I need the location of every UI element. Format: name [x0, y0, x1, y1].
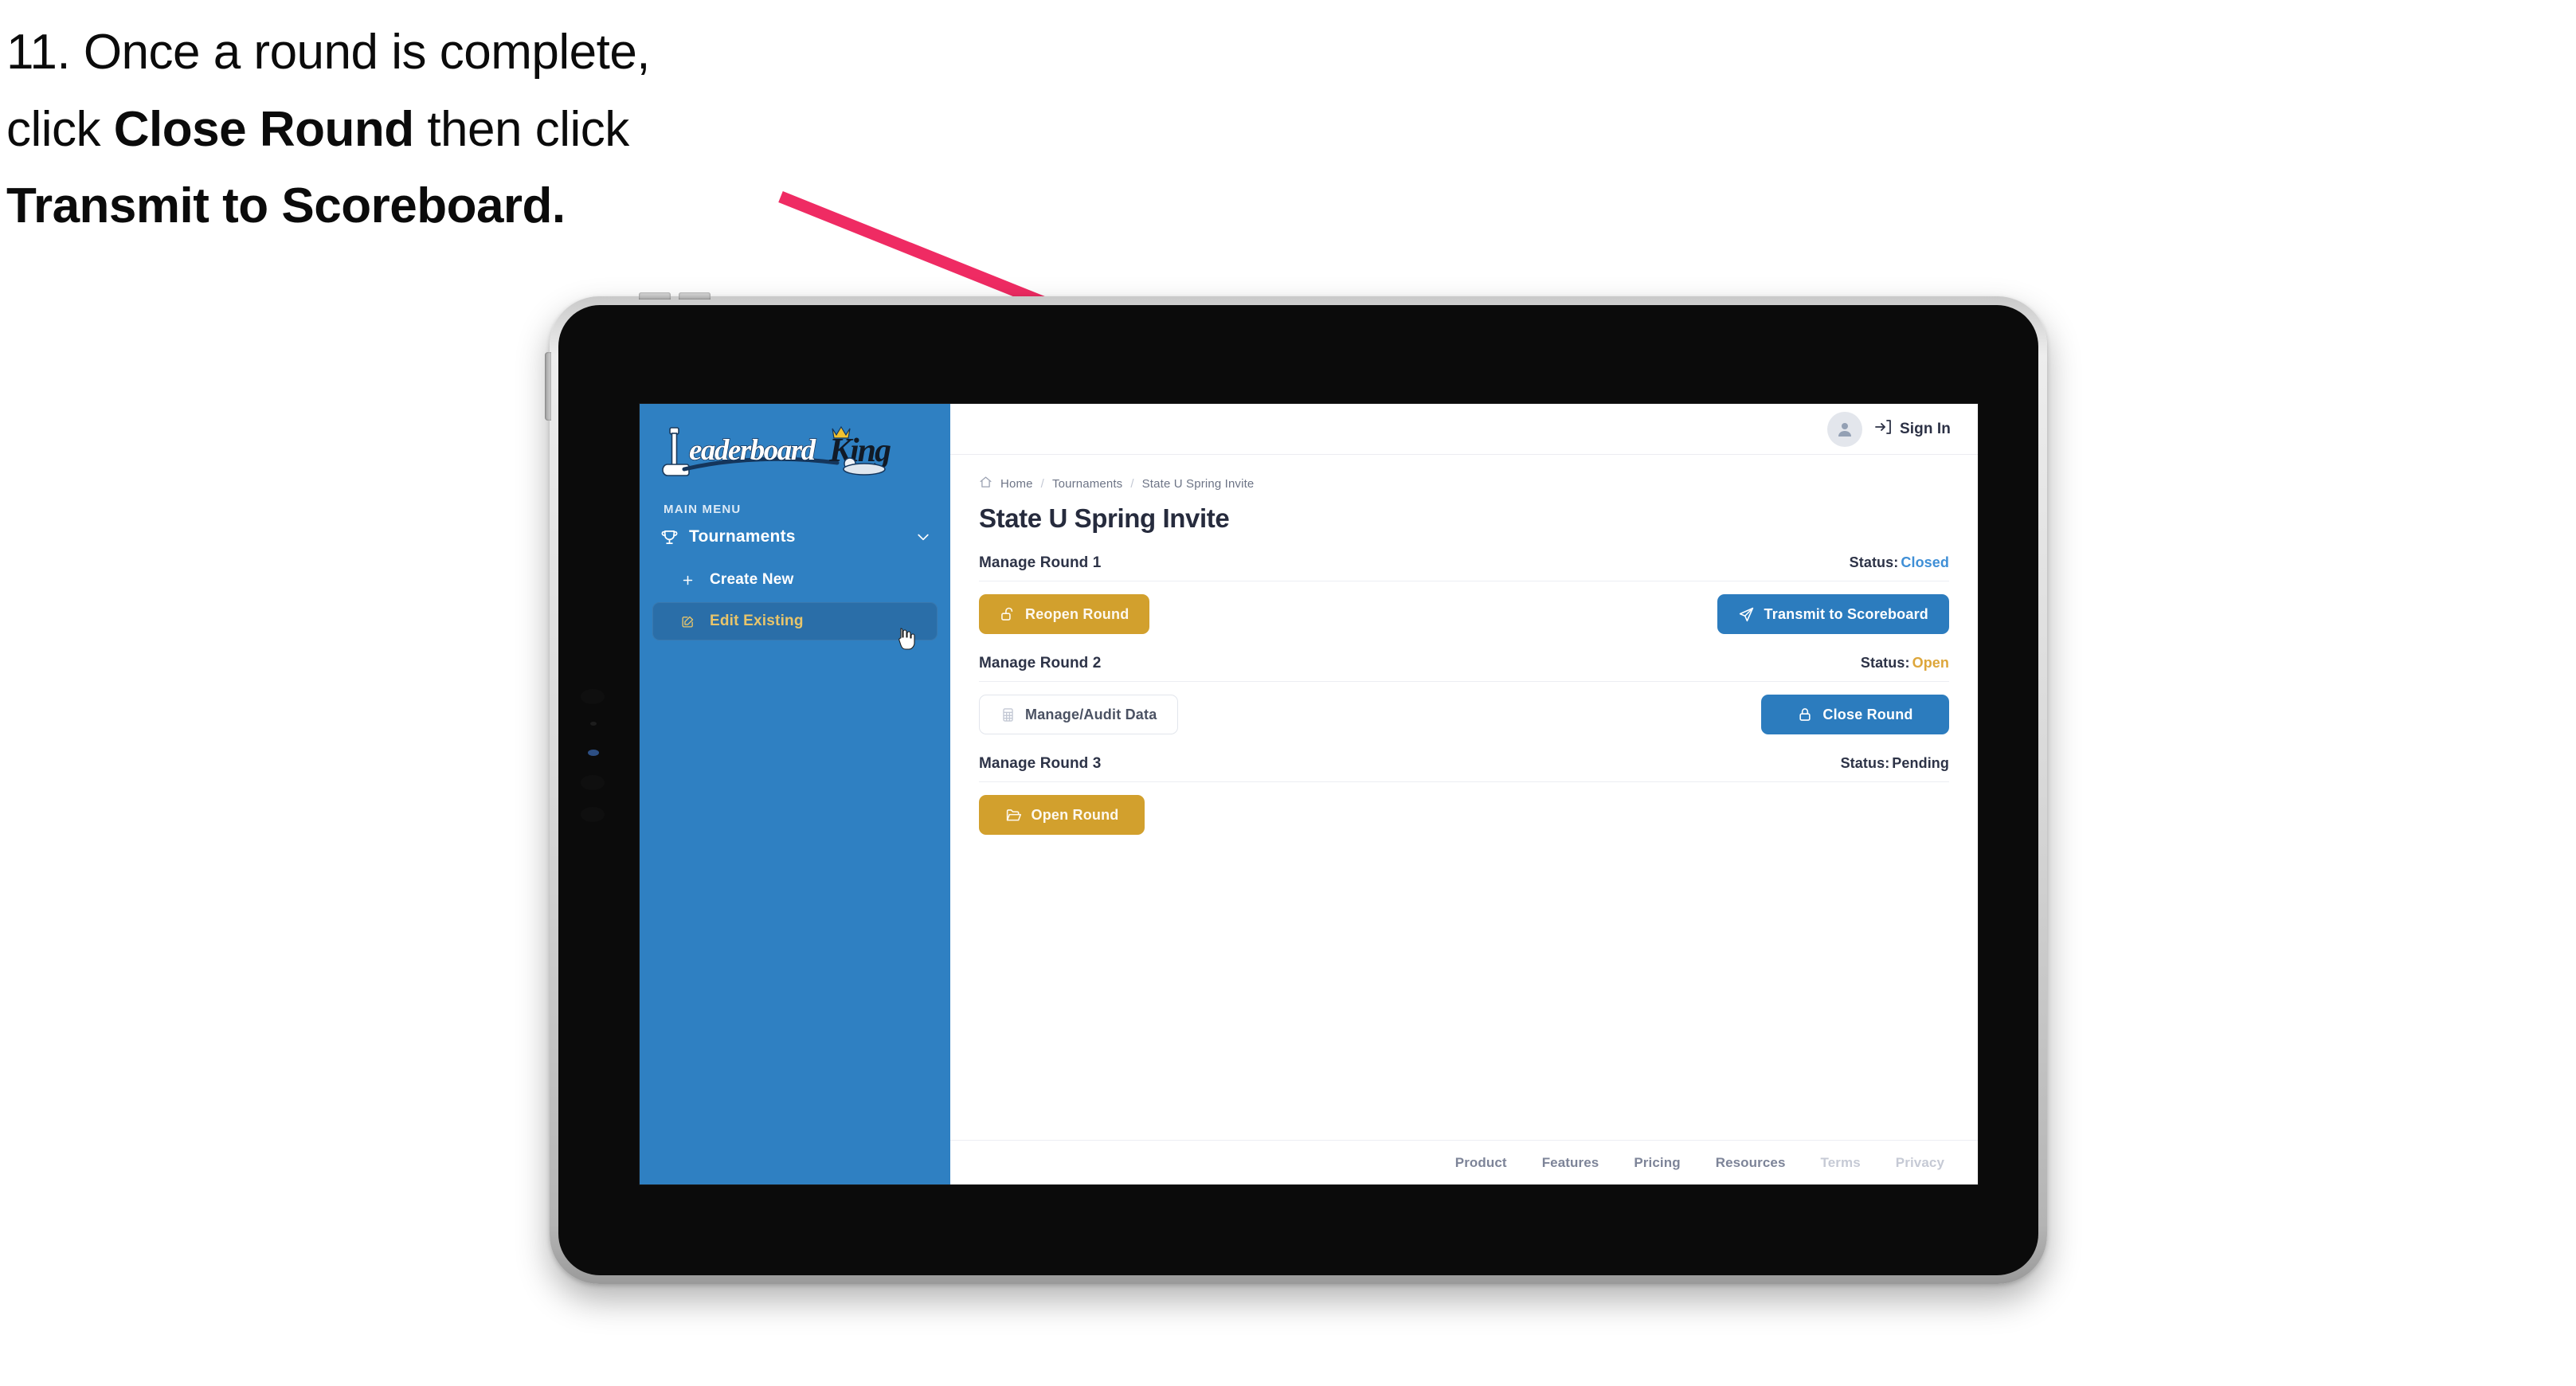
caption-line-3: Transmit to Scoreboard.	[6, 168, 867, 245]
sign-in-button[interactable]: Sign In	[1873, 417, 1951, 440]
breadcrumb-item-current: State U Spring Invite	[1141, 477, 1255, 491]
login-arrow-icon	[1873, 417, 1893, 440]
tablet-device-frame: eaderboard King MAIN MENU Tournaments Cr…	[545, 292, 2047, 1284]
breadcrumb-separator-2: /	[1130, 477, 1134, 491]
footer-link-terms[interactable]: Terms	[1821, 1155, 1861, 1171]
breadcrumb-item-home[interactable]: Home	[1000, 477, 1033, 491]
open-round-label: Open Round	[1031, 806, 1119, 823]
sidebar-item-tournaments-label: Tournaments	[689, 527, 796, 546]
manage-audit-data-button[interactable]: Manage/Audit Data	[979, 695, 1179, 734]
reopen-round-button[interactable]: Reopen Round	[979, 594, 1150, 634]
round-2-header: Manage Round 2 Status: Open	[979, 655, 1949, 682]
breadcrumb-item-tournaments[interactable]: Tournaments	[1052, 477, 1122, 491]
round-1-status: Status: Closed	[1850, 554, 1949, 571]
sidebar-section-label: MAIN MENU	[664, 503, 742, 516]
round-3-title: Manage Round 3	[979, 755, 1102, 772]
sidebar-item-edit-existing[interactable]: Edit Existing	[652, 602, 938, 640]
round-block-1: Manage Round 1 Status: Closed Reopen Rou…	[979, 554, 1949, 634]
caption-line-1: 11. Once a round is complete,	[6, 14, 867, 92]
sidebar-item-edit-existing-label: Edit Existing	[710, 613, 804, 629]
round-3-header: Manage Round 3 Status: Pending	[979, 755, 1949, 782]
round-1-actions: Reopen Round Transmit to Scoreboard	[979, 594, 1949, 634]
sidebar-item-tournaments[interactable]: Tournaments	[640, 516, 950, 558]
tablet-camera-lens	[588, 750, 599, 756]
main-pane: Sign In Home / Tournaments / State U Spr…	[950, 404, 1978, 1184]
close-round-label: Close Round	[1822, 706, 1913, 722]
instruction-caption: 11. Once a round is complete, click Clos…	[6, 14, 867, 245]
round-2-status: Status: Open	[1861, 655, 1949, 671]
user-icon	[1838, 422, 1851, 437]
round-3-status: Status: Pending	[1841, 755, 1949, 772]
round-2-title: Manage Round 2	[979, 655, 1102, 671]
round-1-title: Manage Round 1	[979, 554, 1102, 571]
round-2-status-label: Status:	[1860, 655, 1910, 671]
page-title: State U Spring Invite	[979, 503, 1230, 533]
caption-close-round-emphasis: Close Round	[113, 101, 414, 157]
caption-line-2: click Close Round then click	[6, 92, 867, 169]
sign-in-label: Sign In	[1899, 420, 1951, 437]
tablet-volume-down-button[interactable]	[679, 292, 711, 300]
round-1-status-label: Status:	[1849, 554, 1899, 570]
round-3-actions: Open Round	[979, 795, 1949, 835]
footer-link-features[interactable]: Features	[1542, 1155, 1599, 1171]
app-logo[interactable]: eaderboard King	[640, 404, 950, 480]
sidebar-item-create-new-label: Create New	[710, 571, 794, 588]
unlock-icon	[1000, 606, 1016, 622]
round-2-actions: Manage/Audit Data Close Round	[979, 695, 1949, 734]
table-grid-icon	[1000, 707, 1016, 722]
footer-link-resources[interactable]: Resources	[1716, 1155, 1786, 1171]
round-1-header: Manage Round 1 Status: Closed	[979, 554, 1949, 581]
content-area: Home / Tournaments / State U Spring Invi…	[950, 455, 1978, 1140]
chevron-down-icon[interactable]	[915, 529, 931, 545]
svg-text:eaderboard: eaderboard	[689, 434, 816, 467]
footer: Product Features Pricing Resources Terms…	[950, 1140, 1978, 1184]
round-3-status-value: Pending	[1892, 755, 1949, 771]
footer-link-product[interactable]: Product	[1455, 1155, 1507, 1171]
breadcrumb-separator-1: /	[1040, 477, 1044, 491]
tablet-sensor-dot	[590, 722, 597, 726]
open-folder-icon	[1005, 807, 1022, 824]
caption-line-2-suffix: then click	[413, 101, 629, 157]
caption-line-1-text: 11. Once a round is complete,	[6, 25, 651, 80]
tablet-power-button[interactable]	[545, 352, 551, 421]
round-3-status-label: Status:	[1840, 755, 1890, 771]
tablet-volume-up-button[interactable]	[639, 292, 671, 300]
sidebar: eaderboard King MAIN MENU Tournaments Cr…	[640, 404, 950, 1184]
reopen-round-label: Reopen Round	[1025, 605, 1129, 622]
lock-icon	[1797, 707, 1813, 722]
open-round-button[interactable]: Open Round	[979, 795, 1145, 835]
manage-audit-data-label: Manage/Audit Data	[1025, 706, 1157, 722]
round-block-3: Manage Round 3 Status: Pending Open Roun…	[979, 755, 1949, 835]
app-screen: eaderboard King MAIN MENU Tournaments Cr…	[640, 404, 1978, 1184]
paper-plane-icon	[1738, 606, 1755, 623]
caption-transmit-emphasis: Transmit to Scoreboard.	[6, 178, 566, 234]
footer-link-pricing[interactable]: Pricing	[1634, 1155, 1680, 1171]
caption-line-2-prefix: click	[6, 101, 114, 157]
tablet-speaker-hole-3	[581, 807, 605, 822]
top-bar: Sign In	[950, 404, 1978, 455]
breadcrumb: Home / Tournaments / State U Spring Invi…	[979, 476, 1949, 492]
leaderboard-king-logo-icon: eaderboard King	[662, 425, 892, 476]
plus-icon	[681, 574, 700, 587]
round-block-2: Manage Round 2 Status: Open Manage/Audit…	[979, 655, 1949, 734]
trophy-icon	[660, 528, 683, 546]
edit-square-icon	[681, 615, 700, 628]
close-round-button[interactable]: Close Round	[1761, 695, 1949, 734]
tablet-speaker-hole-2	[581, 775, 605, 790]
transmit-to-scoreboard-button[interactable]: Transmit to Scoreboard	[1717, 594, 1949, 634]
round-2-status-value: Open	[1912, 655, 1949, 671]
transmit-to-scoreboard-label: Transmit to Scoreboard	[1764, 605, 1928, 622]
tablet-bezel: eaderboard King MAIN MENU Tournaments Cr…	[558, 305, 2038, 1275]
footer-link-privacy[interactable]: Privacy	[1896, 1155, 1944, 1171]
tablet-speaker-hole	[581, 689, 605, 704]
avatar[interactable]	[1826, 411, 1862, 447]
home-icon[interactable]	[979, 476, 992, 492]
round-1-status-value: Closed	[1901, 554, 1949, 570]
sidebar-item-create-new[interactable]: Create New	[652, 561, 938, 599]
